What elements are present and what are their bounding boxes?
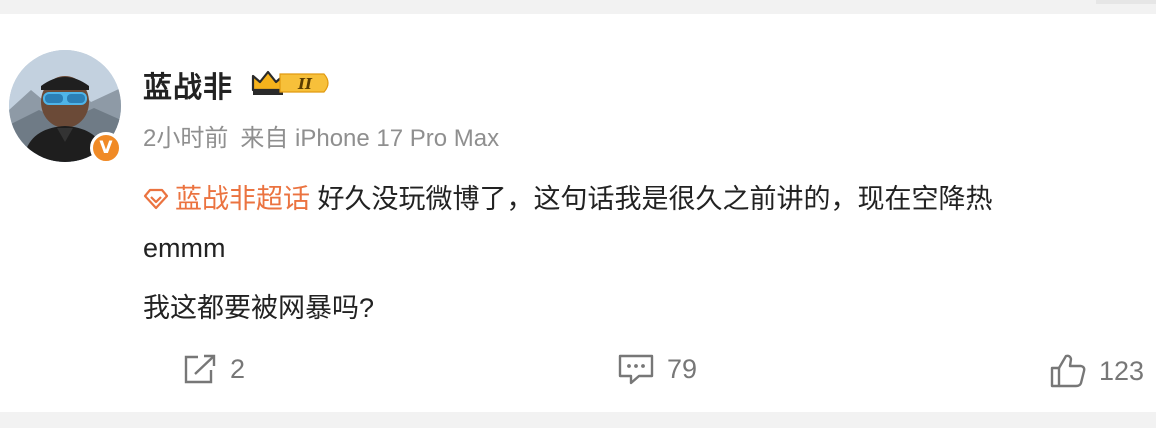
- post-source: 来自 iPhone 17 Pro Max: [240, 125, 500, 152]
- level-badge-text: II: [297, 75, 313, 93]
- post-text-line-3: 我这都要被网暴吗?: [143, 293, 375, 323]
- supertopic-diamond-icon: [143, 188, 169, 210]
- repost-button[interactable]: 2: [182, 353, 245, 385]
- post-text-main: 好久没玩微博了，这句话我是很久之前讲的，现在空降热: [317, 184, 993, 214]
- post-text-line-2: emmm: [143, 233, 226, 263]
- top-right-edge: [1096, 0, 1156, 4]
- supertopic-link[interactable]: 蓝战非超话: [143, 184, 318, 214]
- comment-icon: [618, 354, 654, 385]
- repost-icon: [184, 354, 216, 384]
- post-time: 2小时前: [143, 125, 229, 152]
- like-count: 123: [1099, 355, 1145, 386]
- supertopic-label: 蓝战非超话: [175, 184, 310, 214]
- post-meta: 2小时前 来自 iPhone 17 Pro Max: [143, 118, 499, 153]
- crown-level-icon[interactable]: II: [250, 68, 334, 102]
- comment-button[interactable]: 79: [617, 353, 697, 385]
- comment-count: 79: [667, 353, 698, 384]
- like-button[interactable]: 123: [1049, 353, 1144, 389]
- post-text-line-1: 蓝战非超话 好久没玩微博了，这句话我是很久之前讲的，现在空降热: [143, 177, 993, 216]
- author-name[interactable]: 蓝战非: [143, 64, 233, 106]
- post-card: V 蓝战非 II 2小时前 来自 iPhone 17 Pro Max 蓝战非超话 …: [0, 14, 1156, 412]
- thumbs-up-icon: [1050, 354, 1086, 388]
- repost-count: 2: [230, 353, 246, 384]
- verified-icon: V: [90, 132, 122, 164]
